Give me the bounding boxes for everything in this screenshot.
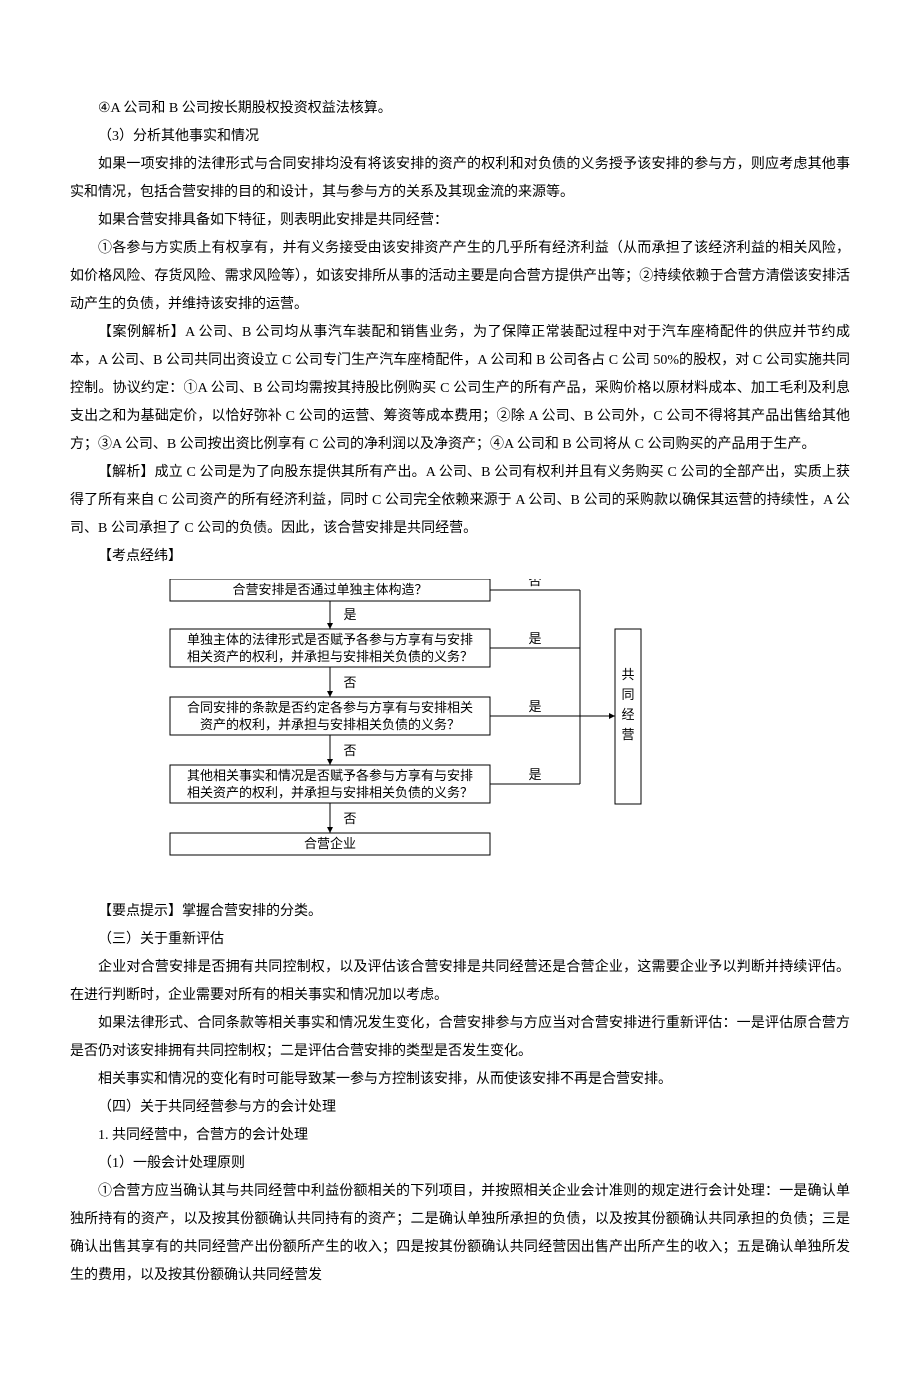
diagram-label-yes-1: 是 <box>343 607 356 622</box>
diagram-label-no-1: 否 <box>528 579 541 588</box>
paragraph-11: 企业对合营安排是否拥有共同控制权，以及评估该合营安排是共同经营还是合营企业，这需… <box>70 954 850 1010</box>
paragraph-6: 【案例解析】A 公司、B 公司均从事汽车装配和销售业务，为了保障正常装配过程中对… <box>70 319 850 459</box>
paragraph-15: 1. 共同经营中，合营方的会计处理 <box>70 1122 850 1150</box>
diagram-label-yes-3: 是 <box>528 699 541 714</box>
diagram-box-4a-text: 其他相关事实和情况是否赋予各参与方享有与安排 <box>187 768 473 783</box>
diagram-label-no-2: 否 <box>343 675 356 690</box>
flowchart-diagram: 合营安排是否通过单独主体构造？ 是 单独主体的法律形式是否赋予各参与方享有与安排… <box>160 579 650 890</box>
diagram-label-yes-2: 是 <box>528 631 541 646</box>
diagram-label-yes-4: 是 <box>528 767 541 782</box>
diagram-right-label-4: 营 <box>621 727 634 742</box>
paragraph-16: （1）一般会计处理原则 <box>70 1150 850 1178</box>
diagram-right-label-1: 共 <box>621 667 634 682</box>
diagram-box-4b-text: 相关资产的权利，并承担与安排相关负债的义务？ <box>187 785 473 800</box>
diagram-label-no-4: 否 <box>343 811 356 826</box>
paragraph-4: 如果合营安排具备如下特征，则表明此安排是共同经营： <box>70 207 850 235</box>
paragraph-12: 如果法律形式、合同条款等相关事实和情况发生变化，合营安排参与方应当对合营安排进行… <box>70 1010 850 1066</box>
paragraph-8: 【考点经纬】 <box>70 543 850 571</box>
paragraph-14: （四）关于共同经营参与方的会计处理 <box>70 1094 850 1122</box>
diagram-label-no-3: 否 <box>343 743 356 758</box>
paragraph-3: 如果一项安排的法律形式与合同安排均没有将该安排的资产的权利和对负债的义务授予该安… <box>70 151 850 207</box>
diagram-box-1-text: 合营安排是否通过单独主体构造？ <box>232 582 427 597</box>
paragraph-13: 相关事实和情况的变化有时可能导致某一参与方控制该安排，从而使该安排不再是合营安排… <box>70 1066 850 1094</box>
paragraph-5: ①各参与方实质上有权享有，并有义务接受由该安排资产产生的几乎所有经济利益（从而承… <box>70 235 850 319</box>
paragraph-7: 【解析】成立 C 公司是为了向股东提供其所有产出。A 公司、B 公司有权利并且有… <box>70 459 850 543</box>
paragraph-2: （3）分析其他事实和情况 <box>70 123 850 151</box>
diagram-box-5-text: 合营企业 <box>304 836 356 851</box>
diagram-box-3b-text: 资产的权利，并承担与安排相关负债的义务？ <box>200 717 460 732</box>
diagram-box-3a-text: 合同安排的条款是否约定各参与方享有与安排相关 <box>187 700 473 715</box>
diagram-right-label-3: 经 <box>621 707 634 722</box>
paragraph-1: ④A 公司和 B 公司按长期股权投资权益法核算。 <box>70 95 850 123</box>
paragraph-9: 【要点提示】掌握合营安排的分类。 <box>70 898 850 926</box>
diagram-box-2b-text: 相关资产的权利，并承担与安排相关负债的义务？ <box>187 649 473 664</box>
paragraph-10: （三）关于重新评估 <box>70 926 850 954</box>
paragraph-17: ①合营方应当确认其与共同经营中利益份额相关的下列项目，并按照相关企业会计准则的规… <box>70 1178 850 1290</box>
diagram-right-label-2: 同 <box>621 687 634 702</box>
diagram-box-2a-text: 单独主体的法律形式是否赋予各参与方享有与安排 <box>187 632 473 647</box>
